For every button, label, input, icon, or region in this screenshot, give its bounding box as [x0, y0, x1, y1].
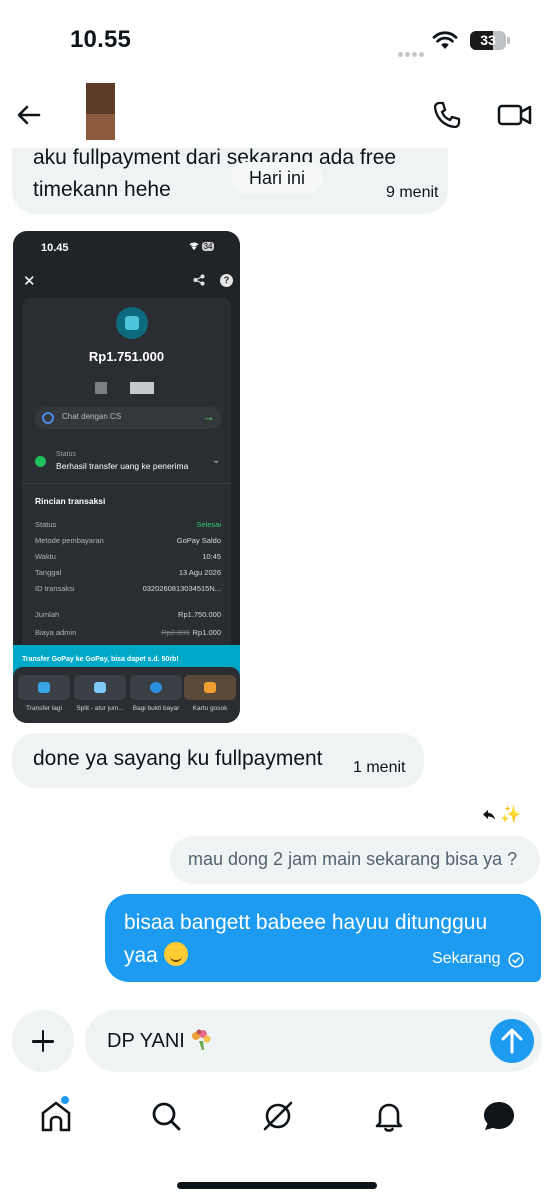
details-title: Rincian transaksi: [35, 496, 106, 506]
detail-row: Metode pembayaran GoPay Saldo: [35, 536, 221, 545]
share-icon: [193, 274, 205, 286]
message-outgoing[interactable]: bisaa bangett babeee hayuu ditungguu yaa…: [105, 894, 541, 982]
message-incoming[interactable]: done ya sayang ku fullpayment 1 menit: [12, 733, 424, 788]
chat-cs-row: Chat dengan CS →: [35, 407, 221, 429]
detail-row: ID transaksi 0320260813034515N...: [35, 584, 221, 593]
chat-cs-label: Chat dengan CS: [62, 412, 122, 421]
chat-header: [0, 80, 554, 148]
status-bar: 10.55 33: [0, 0, 554, 80]
video-icon[interactable]: [496, 98, 534, 132]
screenshot-battery: 34: [201, 242, 215, 251]
battery-icon: 33: [470, 31, 506, 50]
arrow-right-icon: →: [202, 409, 215, 424]
detail-row: Jumlah Rp1.750.000: [35, 610, 221, 619]
send-arrow-icon[interactable]: [490, 1019, 534, 1063]
screenshot-status: 34: [189, 241, 215, 251]
check-circle-icon: [508, 952, 524, 968]
battery-level: 33: [480, 32, 496, 48]
grok-icon[interactable]: [258, 1096, 298, 1136]
date-separator: Hari ini: [231, 162, 323, 194]
reply-icon: [483, 810, 495, 820]
bell-icon[interactable]: [369, 1096, 409, 1136]
hugging-emoji-icon: [163, 942, 188, 966]
back-arrow-icon[interactable]: [12, 98, 46, 132]
message-composer[interactable]: DP YANI: [85, 1010, 542, 1072]
avatar[interactable]: [86, 83, 115, 140]
bouquet-emoji-icon: [190, 1029, 212, 1051]
transaction-amount: Rp1.751.000: [88, 349, 165, 364]
action-split: Split - atur jum...: [74, 675, 126, 719]
search-icon[interactable]: [146, 1096, 186, 1136]
bottom-navigation: [0, 1088, 554, 1158]
headset-icon: [42, 412, 54, 424]
message-time: Sekarang: [432, 950, 501, 967]
message-outgoing-reply[interactable]: mau dong 2 jam main sekarang bisa ya ?: [170, 836, 540, 884]
redacted-block: [130, 382, 154, 394]
message-time: 9 menit: [386, 184, 439, 201]
notification-dot: [60, 1095, 70, 1105]
transfer-out-icon: [116, 307, 148, 339]
status-value: Berhasil transfer uang ke penerima: [56, 461, 189, 471]
promo-text: Transfer GoPay ke GoPay, bisa dapet s.d.…: [22, 656, 179, 663]
chevron-down-icon: ⌄: [212, 455, 221, 466]
redacted-block: [95, 382, 107, 394]
status-check-icon: [35, 456, 46, 467]
close-icon: ✕: [23, 273, 36, 290]
wifi-icon: [432, 31, 458, 49]
detail-row: Biaya admin Rp2.000 Rp1.000: [35, 628, 221, 637]
status-time: 10.55: [70, 26, 132, 53]
detail-row: Waktu 10:45: [35, 552, 221, 561]
add-attachment-button[interactable]: [12, 1010, 74, 1072]
action-share: Bagi bukti bayar: [130, 675, 182, 719]
status-label: Status: [56, 451, 76, 458]
signal-dots-icon: [398, 44, 426, 57]
action-bar: Transfer lagi Split - atur jum... Bagi b…: [13, 667, 240, 723]
sparkle-icon: ✨: [500, 805, 522, 824]
screenshot-time: 10.45: [41, 242, 69, 254]
home-indicator: [177, 1182, 377, 1189]
detail-row: Status Selesai: [35, 520, 221, 529]
action-transfer: Transfer lagi: [18, 675, 70, 719]
transaction-card: Rp1.751.000 Chat dengan CS → Status Berh…: [22, 298, 231, 658]
message-time: 1 menit: [353, 759, 406, 776]
home-icon[interactable]: [36, 1096, 76, 1136]
help-icon: ?: [220, 274, 233, 287]
action-scratch-card: Kartu gosok: [184, 675, 236, 719]
messages-icon[interactable]: [479, 1096, 519, 1136]
message-input[interactable]: DP YANI: [107, 1029, 212, 1053]
message-text: done ya sayang ku fullpayment: [33, 747, 323, 770]
message-text: mau dong 2 jam main sekarang bisa ya ?: [188, 849, 518, 869]
detail-row: Tanggal 13 Agu 2026: [35, 568, 221, 577]
image-message[interactable]: 10.45 34 ✕ ? Rp1.751.000 Chat dengan CS …: [13, 231, 240, 723]
phone-icon[interactable]: [430, 98, 464, 132]
